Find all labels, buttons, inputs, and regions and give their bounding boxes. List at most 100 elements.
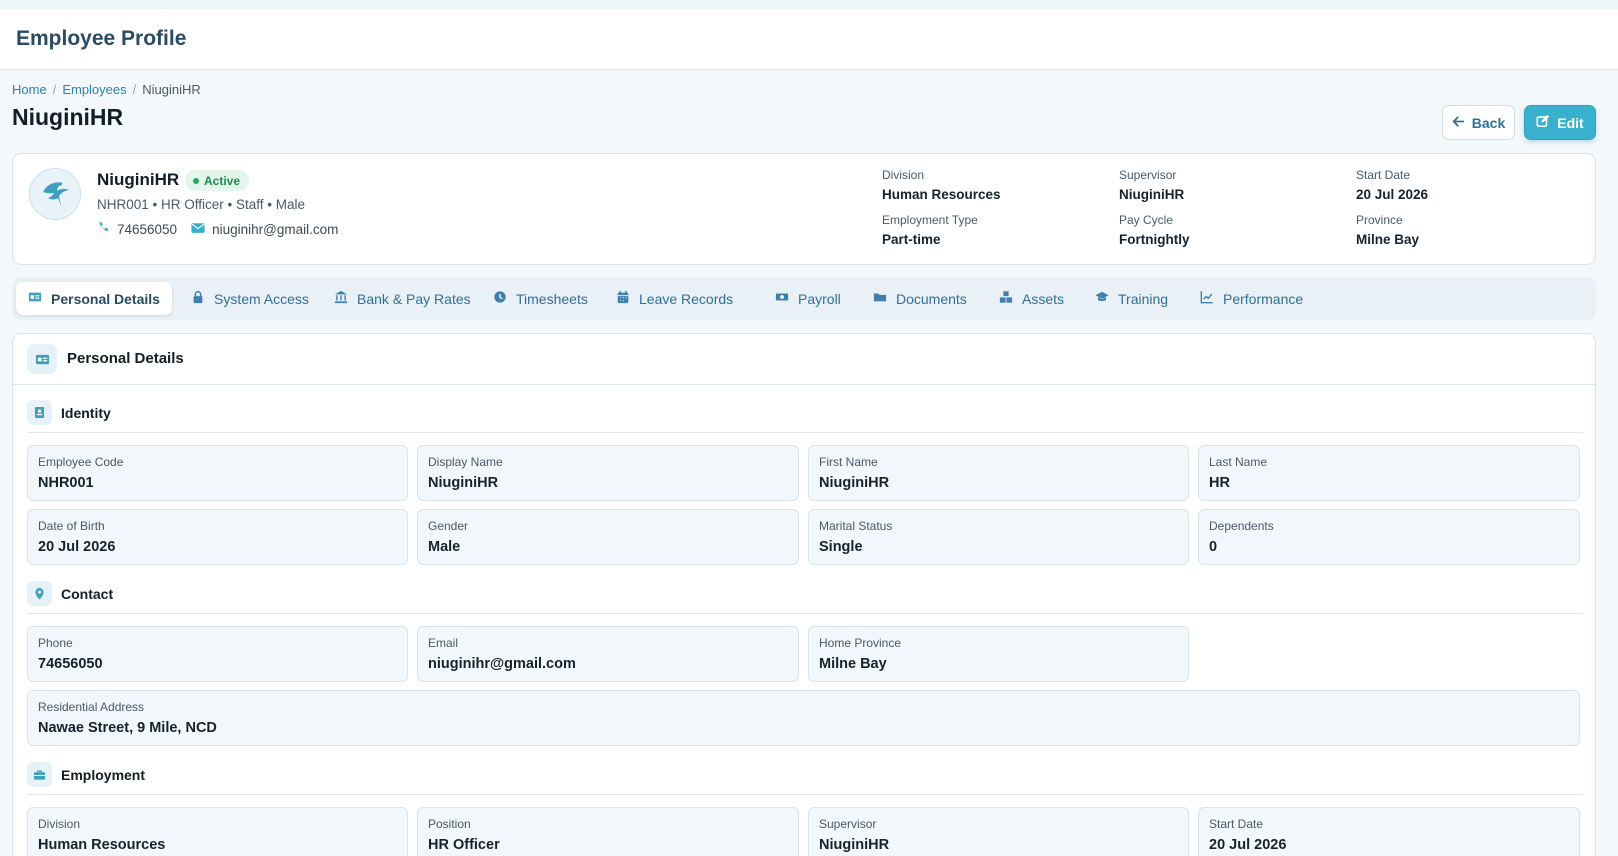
meta-label: Division	[882, 168, 925, 182]
email-contact[interactable]: niuginihr@gmail.com	[191, 222, 338, 237]
field-start-date: Start Date 20 Jul 2026	[1198, 807, 1580, 856]
field-residential-address: Residential Address Nawae Street, 9 Mile…	[27, 690, 1580, 746]
field-division: Division Human Resources	[27, 807, 408, 856]
tab-training[interactable]: Training	[1083, 282, 1180, 315]
calendar-icon	[616, 290, 630, 307]
field-label: Position	[428, 817, 471, 831]
field-gender: Gender Male	[417, 509, 799, 565]
meta-value: Fortnightly	[1119, 232, 1190, 247]
meta-supervisor: Supervisor NiuginiHR	[1119, 168, 1184, 202]
tab-performance[interactable]: Performance	[1188, 282, 1315, 315]
tab-timesheets[interactable]: Timesheets	[481, 282, 600, 315]
field-label: Date of Birth	[38, 519, 105, 533]
meta-label: Province	[1356, 213, 1403, 227]
field-first-name: First Name NiuginiHR	[808, 445, 1189, 501]
field-last-name: Last Name HR	[1198, 445, 1580, 501]
edit-icon	[1536, 114, 1550, 131]
field-value: Human Resources	[38, 837, 166, 853]
app-header: Employee Profile	[0, 9, 1618, 70]
field-value: Male	[428, 539, 461, 555]
field-label: Start Date	[1209, 817, 1264, 831]
tab-payroll[interactable]: Payroll	[763, 282, 853, 315]
chart-line-icon	[1200, 290, 1214, 307]
section-employment: Employment	[27, 762, 1583, 795]
lock-icon	[191, 290, 205, 307]
section-title: Identity	[61, 405, 111, 421]
folder-icon	[873, 290, 887, 307]
field-supervisor: Supervisor NiuginiHR	[808, 807, 1189, 856]
field-value: NiuginiHR	[428, 475, 499, 491]
field-label: Employee Code	[38, 455, 124, 469]
meta-pay-cycle: Pay Cycle Fortnightly	[1119, 213, 1190, 247]
status-label: Active	[204, 173, 241, 188]
back-button[interactable]: Back	[1442, 105, 1515, 140]
graduation-cap-icon	[1095, 290, 1109, 307]
phone-contact[interactable]: 74656050	[97, 221, 177, 237]
field-value: Milne Bay	[819, 656, 887, 672]
field-label: Dependents	[1209, 519, 1274, 533]
breadcrumb-home[interactable]: Home	[12, 82, 47, 97]
tab-leave-records[interactable]: Leave Records	[604, 282, 745, 315]
breadcrumb-employees[interactable]: Employees	[62, 82, 126, 97]
field-label: Phone	[38, 636, 73, 650]
tab-personal-details[interactable]: Personal Details	[16, 282, 172, 315]
section-title: Employment	[61, 767, 146, 783]
section-contact: Contact	[27, 581, 1583, 614]
meta-label: Supervisor	[1119, 168, 1177, 182]
tab-bank-pay-rates[interactable]: Bank & Pay Rates	[322, 282, 483, 315]
card-title: Personal Details	[67, 350, 184, 367]
profile-contact: 74656050 niuginihr@gmail.com	[97, 221, 346, 237]
field-value: HR	[1209, 475, 1230, 491]
field-label: Marital Status	[819, 519, 893, 533]
tab-label: System Access	[214, 290, 309, 307]
field-label: First Name	[819, 455, 878, 469]
id-card-icon	[28, 290, 42, 307]
field-value: Nawae Street, 9 Mile, NCD	[38, 720, 217, 736]
field-value: 0	[1209, 539, 1218, 555]
meta-label: Pay Cycle	[1119, 213, 1174, 227]
tab-system-access[interactable]: System Access	[179, 282, 321, 315]
field-value: 74656050	[38, 656, 103, 672]
breadcrumb-separator: /	[52, 82, 57, 97]
meta-value: 20 Jul 2026	[1356, 187, 1429, 202]
profile-subtitle: NHR001 • HR Officer • Staff • Male	[97, 197, 305, 212]
clock-icon	[493, 290, 507, 307]
money-icon	[775, 290, 789, 307]
meta-value: NiuginiHR	[1119, 187, 1185, 202]
field-value: 20 Jul 2026	[1209, 837, 1287, 853]
tab-label: Personal Details	[51, 290, 160, 307]
tab-assets[interactable]: Assets	[987, 282, 1076, 315]
tab-documents[interactable]: Documents	[861, 282, 979, 315]
briefcase-icon	[27, 762, 52, 787]
profile-tabs: Personal Details System Access Bank & Pa…	[12, 277, 1596, 320]
field-label: Last Name	[1209, 455, 1268, 469]
field-marital-status: Marital Status Single	[808, 509, 1189, 565]
top-strip	[0, 0, 1618, 9]
edit-button[interactable]: Edit	[1524, 105, 1596, 140]
field-value: Single	[819, 539, 863, 555]
field-value: NHR001	[38, 475, 94, 491]
field-position: Position HR Officer	[417, 807, 799, 856]
avatar	[29, 168, 81, 220]
back-label: Back	[1471, 114, 1506, 131]
field-label: Home Province	[819, 636, 902, 650]
profile-name: NiuginiHR	[97, 170, 180, 189]
badge-icon	[27, 400, 52, 425]
meta-value: Human Resources	[882, 187, 1001, 202]
field-label: Division	[38, 817, 81, 831]
field-value: 20 Jul 2026	[38, 539, 116, 555]
page-title: NiuginiHR	[12, 104, 124, 130]
tab-label: Training	[1118, 290, 1169, 307]
field-dependents: Dependents 0	[1198, 509, 1580, 565]
field-value: niuginihr@gmail.com	[428, 656, 576, 672]
tab-label: Payroll	[798, 290, 841, 307]
meta-employment-type: Employment Type Part-time	[882, 213, 978, 247]
personal-details-card: Personal Details Identity Employee Code …	[12, 333, 1596, 856]
section-title: Contact	[61, 586, 114, 602]
field-label: Supervisor	[819, 817, 877, 831]
field-value: HR Officer	[428, 837, 500, 853]
field-label: Display Name	[428, 455, 503, 469]
field-value: NiuginiHR	[819, 837, 890, 853]
tab-label: Bank & Pay Rates	[357, 290, 471, 307]
breadcrumb: Home / Employees / NiuginiHR	[12, 82, 201, 97]
